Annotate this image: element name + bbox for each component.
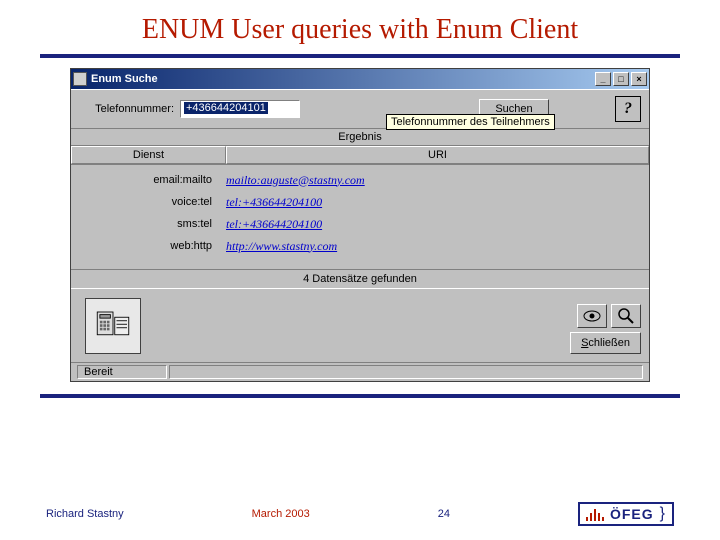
slide-title: ENUM User queries with Enum Client [0, 0, 720, 54]
uri-link[interactable]: mailto:auguste@stastny.com [226, 173, 649, 188]
service-label: sms:tel [71, 218, 226, 230]
result-row: email:mailto mailto:auguste@stastny.com [71, 169, 649, 191]
window-controls: _ □ × [595, 72, 647, 86]
slide-footer: Richard Stastny March 2003 24 ÖFEG } [0, 502, 720, 526]
service-label: web:http [71, 240, 226, 252]
service-label: voice:tel [71, 196, 226, 208]
result-row: voice:tel tel:+436644204100 [71, 191, 649, 213]
footer-date: March 2003 [252, 508, 310, 520]
logo-bars-icon [586, 507, 604, 521]
phone-input[interactable]: +436644204101 [180, 100, 300, 118]
uri-link[interactable]: tel:+436644204100 [226, 217, 649, 232]
status-bar: Bereit [71, 362, 649, 381]
magnify-button[interactable] [611, 304, 641, 328]
footer-rule [40, 394, 680, 398]
col-uri: URI [226, 146, 649, 164]
window-title: Enum Suche [91, 73, 158, 85]
result-row: sms:tel tel:+436644204100 [71, 213, 649, 235]
right-tools: Schließen [570, 304, 641, 354]
results-header: Ergebnis [71, 129, 649, 146]
bottom-panel: Schließen [71, 288, 649, 362]
uri-link[interactable]: http://www.stastny.com [226, 239, 649, 254]
results-columns: Dienst URI [71, 146, 649, 165]
footer-page-number: 24 [438, 508, 450, 520]
minimize-button[interactable]: _ [595, 72, 611, 86]
close-window-button[interactable]: × [631, 72, 647, 86]
title-rule [40, 54, 680, 58]
uri-link[interactable]: tel:+436644204100 [226, 195, 649, 210]
search-toolbar: Telefonnummer: +436644204101 Suchen ? Te… [71, 89, 649, 129]
logo-brace-icon: } [660, 505, 666, 523]
fax-device-icon[interactable] [85, 298, 141, 354]
help-button[interactable]: ? [615, 96, 641, 122]
close-button[interactable]: Schließen [570, 332, 641, 354]
results-list: email:mailto mailto:auguste@stastny.com … [71, 165, 649, 269]
app-icon [73, 72, 87, 86]
close-hotkey: S [581, 337, 588, 349]
ofeg-logo: ÖFEG } [578, 502, 674, 526]
status-ready: Bereit [77, 365, 167, 379]
phone-value: +436644204101 [184, 102, 268, 114]
service-label: email:mailto [71, 174, 226, 186]
phone-tooltip: Telefonnummer des Teilnehmers [386, 114, 555, 130]
result-row: web:http http://www.stastny.com [71, 235, 649, 257]
footer-author: Richard Stastny [46, 508, 124, 520]
eye-view-button[interactable] [577, 304, 607, 328]
titlebar[interactable]: Enum Suche _ □ × [71, 69, 649, 89]
close-label-rest: chließen [588, 337, 630, 349]
phone-label: Telefonnummer: [79, 103, 174, 115]
logo-text: ÖFEG [610, 506, 654, 522]
status-spacer [169, 365, 643, 379]
result-count: 4 Datensätze gefunden [71, 269, 649, 288]
app-window: Enum Suche _ □ × Telefonnummer: +4366442… [70, 68, 650, 382]
maximize-button[interactable]: □ [613, 72, 629, 86]
col-dienst: Dienst [71, 146, 226, 164]
